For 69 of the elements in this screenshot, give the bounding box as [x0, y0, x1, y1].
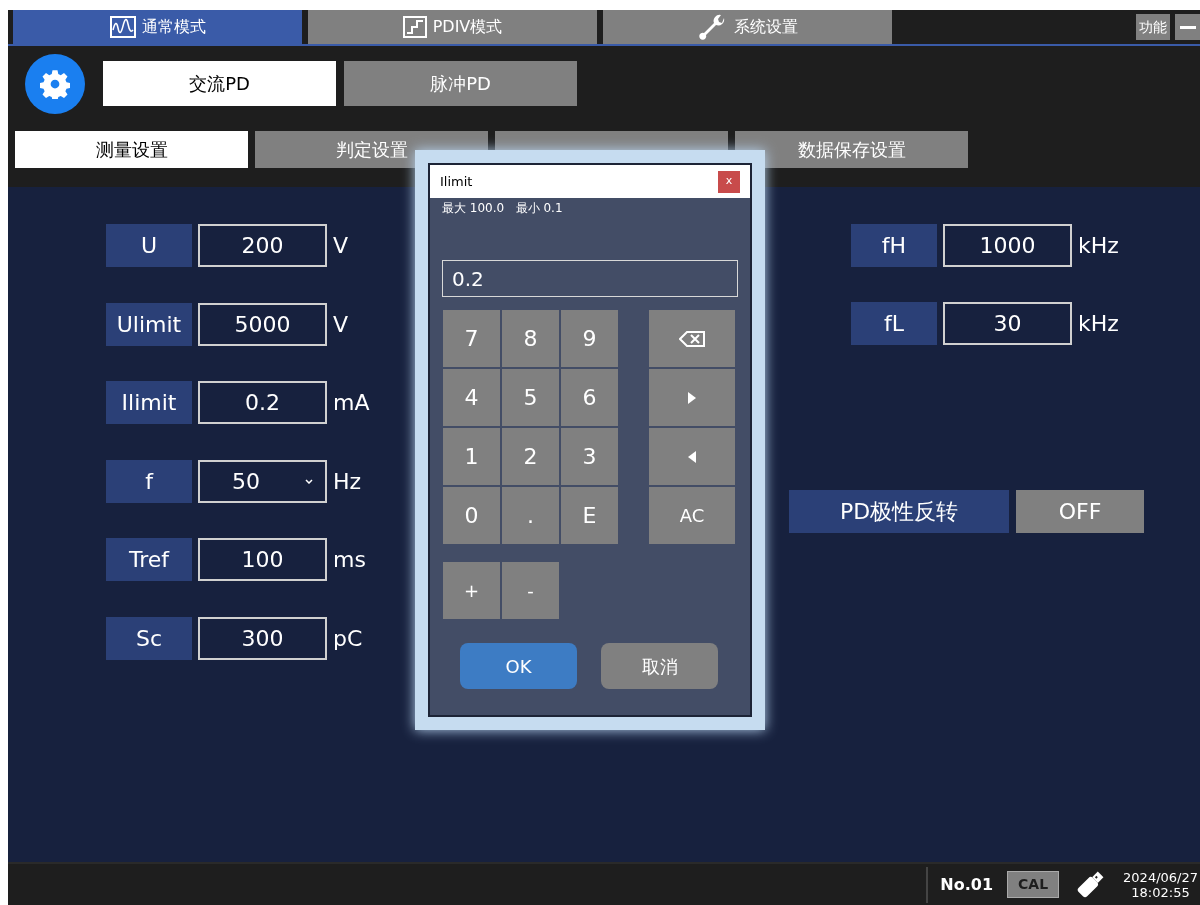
digit-key[interactable]: 6	[561, 369, 618, 426]
digit-key[interactable]: 5	[502, 369, 559, 426]
unit-label: ms	[333, 546, 366, 574]
parameter-label: Ilimit	[106, 381, 192, 424]
value-field[interactable]: 30	[943, 302, 1072, 345]
parameter-label: fH	[851, 224, 937, 267]
left-triangle-icon	[688, 450, 696, 463]
parameter-label: Ulimit	[106, 302, 192, 346]
range-text: 最大 100.0 最小 0.1	[442, 200, 564, 217]
digit-key[interactable]: 2	[502, 428, 559, 485]
sign-key[interactable]: -	[502, 562, 559, 619]
unit-label: Hz	[333, 467, 362, 496]
value-field[interactable]: 1000	[943, 224, 1072, 267]
mode-tab[interactable]: 通常模式	[13, 10, 302, 44]
parameter-label: Tref	[106, 538, 192, 581]
chevron-down-icon	[305, 478, 313, 484]
minimize-icon	[1179, 25, 1196, 29]
digit-key[interactable]: 9	[561, 310, 618, 367]
digit-key[interactable]: E	[561, 487, 618, 544]
unit-number: No.01	[940, 873, 994, 896]
parameter-label: f	[106, 459, 192, 503]
digit-key[interactable]: .	[502, 487, 559, 544]
pd-type-tab[interactable]: 交流PD	[103, 61, 336, 106]
unit-label: V	[333, 310, 349, 339]
digit-key[interactable]: 3	[561, 428, 618, 485]
close-button[interactable]: x	[718, 170, 740, 193]
waveform-icon	[109, 16, 136, 38]
polarity-toggle[interactable]: OFF	[1016, 490, 1144, 533]
status-date: 2024/06/27	[1123, 869, 1198, 885]
dialog-title: Ilimit	[440, 172, 473, 191]
settings-tab[interactable]: 测量设置	[15, 131, 248, 168]
unit-label: kHz	[1078, 310, 1119, 338]
value-field[interactable]: 200	[198, 224, 327, 267]
parameter-label: Sc	[106, 616, 192, 660]
unit-label: mA	[333, 389, 370, 417]
value-field[interactable]: 0.2	[198, 381, 327, 424]
mode-tab[interactable]: 系统设置	[603, 10, 892, 44]
step-chart-icon	[402, 16, 427, 38]
value-dropdown[interactable]: 50	[198, 459, 327, 503]
backspace-key[interactable]	[649, 310, 735, 367]
digit-key[interactable]: 7	[443, 310, 500, 367]
polarity-label: PD极性反转	[789, 490, 1009, 533]
sign-key[interactable]: +	[443, 562, 500, 619]
digit-key[interactable]: 0	[443, 487, 500, 544]
backspace-icon	[679, 330, 705, 347]
status-time: 18:02:55	[1131, 884, 1190, 900]
parameter-label: U	[106, 224, 192, 267]
value-field[interactable]: 100	[198, 538, 327, 581]
clear-key[interactable]: AC	[649, 487, 735, 544]
value-field[interactable]: 300	[198, 616, 327, 660]
parameter-label: fL	[851, 302, 937, 345]
unit-label: kHz	[1078, 232, 1119, 260]
function-button[interactable]: 功能	[1136, 14, 1170, 40]
right-triangle-icon	[688, 391, 696, 404]
value-input[interactable]: 0.2	[442, 260, 738, 297]
pd-type-tab[interactable]: 脉冲PD	[344, 61, 577, 106]
settings-icon	[40, 68, 70, 99]
cal-indicator: CAL	[1007, 871, 1060, 898]
unit-label: V	[333, 232, 349, 260]
mode-tab[interactable]: PDIV模式	[308, 10, 597, 44]
value-field[interactable]: 5000	[198, 302, 327, 346]
ok-button[interactable]: OK	[460, 643, 577, 689]
digit-key[interactable]: 1	[443, 428, 500, 485]
unit-label: pC	[333, 624, 363, 653]
digit-key[interactable]: 4	[443, 369, 500, 426]
settings-tab[interactable]: 数据保存设置	[735, 131, 968, 168]
minimize-button[interactable]	[1175, 14, 1200, 40]
digit-key[interactable]: 8	[502, 310, 559, 367]
cancel-button[interactable]: 取消	[601, 643, 718, 689]
